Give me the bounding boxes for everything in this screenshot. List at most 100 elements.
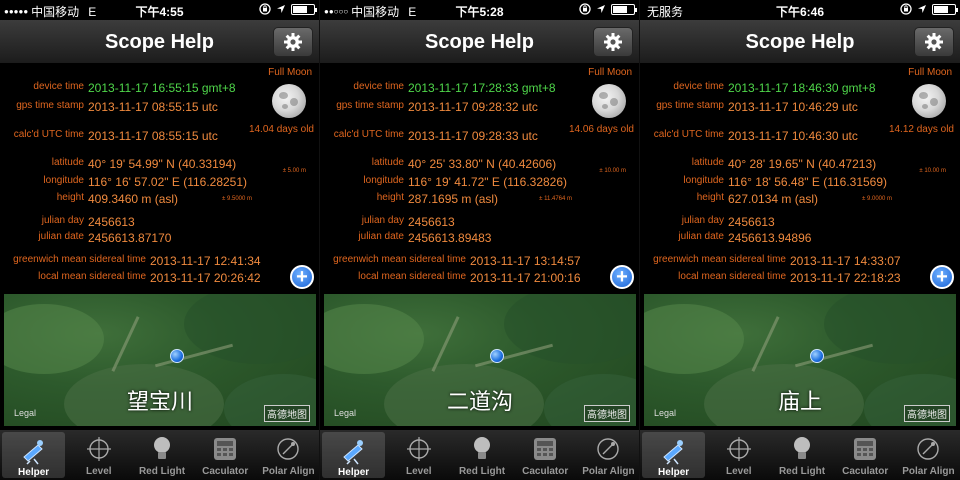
lightbulb-icon (787, 434, 817, 464)
settings-button[interactable] (914, 27, 954, 57)
location-arrow-icon (597, 5, 605, 13)
phone-screen-2: ●●○○○ 中国移动 E 下午5:28 Scope Help Full Moon… (320, 0, 640, 480)
tab-helper[interactable]: Helper (642, 432, 706, 478)
tab-bar: Helper Level Red Light Caculator Polar Align (0, 430, 319, 480)
tab-caculator[interactable]: Caculator (514, 430, 577, 480)
settings-button[interactable] (593, 27, 633, 57)
latitude-value: 40° 25' 33.80" N (40.42606) (408, 157, 557, 171)
gear-icon (604, 33, 622, 51)
satellite-map[interactable]: 庙上 Legal 高德地图 (644, 294, 956, 426)
gmst-value: 2013-11-17 14:33:07 (790, 254, 901, 268)
add-button[interactable]: + (610, 265, 634, 289)
utc-time-value: 2013-11-17 09:28:33 utc (408, 129, 538, 143)
map-legal-link[interactable]: Legal (334, 408, 356, 418)
utc-time-row: calc'd UTC time 2013-11-17 08:55:15 utc (0, 129, 319, 143)
tab-polar-align[interactable]: Polar Align (257, 430, 319, 480)
julian-date-value: 2456613.87170 (88, 231, 172, 245)
gps-time-label: gps time stamp (16, 100, 84, 111)
julian-day-value: 2456613 (88, 215, 135, 229)
gmst-row: greenwich mean sidereal time 2013-11-17 … (320, 254, 639, 268)
tab-label: Level (86, 466, 112, 477)
tab-level[interactable]: Level (707, 430, 770, 480)
gps-time-label: gps time stamp (336, 100, 404, 111)
map-provider-logo: 高德地图 (904, 405, 950, 422)
compass-icon (593, 434, 623, 464)
height-value: 409.3460 m (asl) (88, 192, 179, 206)
telescope-icon (659, 436, 689, 465)
tab-level[interactable]: Level (67, 430, 130, 480)
gps-time-value: 2013-11-17 08:55:15 utc (88, 100, 218, 114)
satellite-map[interactable]: 望宝川 Legal 高德地图 (4, 294, 316, 426)
gps-time-row: gps time stamp 2013-11-17 09:28:32 utc (320, 100, 639, 114)
location-pin-icon[interactable] (170, 349, 184, 363)
moon-phase-label: Full Moon (268, 67, 312, 78)
page-title: Scope Help (425, 31, 534, 53)
location-pin-icon[interactable] (490, 349, 504, 363)
map-legal-link[interactable]: Legal (14, 408, 36, 418)
julian-date-label: julian date (38, 231, 84, 242)
gps-time-value: 2013-11-17 09:28:32 utc (408, 100, 538, 114)
height-value: 287.1695 m (asl) (408, 192, 499, 206)
location-pin-icon[interactable] (810, 349, 824, 363)
battery-icon (932, 3, 958, 15)
tab-red-light[interactable]: Red Light (130, 430, 193, 480)
settings-button[interactable] (273, 27, 313, 57)
lmst-row: local mean sidereal time 2013-11-17 22:1… (640, 271, 960, 285)
lightbulb-icon (467, 434, 497, 464)
tab-polar-align[interactable]: Polar Align (577, 430, 639, 480)
moon-phase-label: Full Moon (908, 67, 952, 78)
gmst-label: greenwich mean sidereal time (13, 254, 146, 265)
device-time-label: device time (673, 81, 724, 92)
tab-label: Caculator (842, 466, 889, 477)
compass-icon (913, 434, 943, 464)
tab-label: Red Light (458, 466, 506, 477)
julian-day-label: julian day (361, 215, 404, 226)
lmst-label: local mean sidereal time (678, 271, 786, 282)
tab-level[interactable]: Level (387, 430, 450, 480)
lmst-value: 2013-11-17 22:18:23 (790, 271, 901, 285)
page-title: Scope Help (745, 31, 855, 53)
latitude-label: latitude (51, 157, 84, 168)
plus-icon: + (936, 266, 948, 288)
longitude-row: longitude 116° 16' 57.02" E (116.28251) (0, 175, 319, 189)
gps-time-row: gps time stamp 2013-11-17 08:55:15 utc (0, 100, 319, 114)
tab-caculator[interactable]: Caculator (194, 430, 257, 480)
device-time-value: 2013-11-17 18:46:30 gmt+8 (728, 81, 876, 95)
utc-time-label: calc'd UTC time (13, 129, 84, 140)
tab-label: Helper (18, 467, 50, 478)
tab-red-light[interactable]: Red Light (450, 430, 513, 480)
julian-day-label: julian day (41, 215, 84, 226)
tab-caculator[interactable]: Caculator (834, 430, 897, 480)
location-arrow-icon (277, 5, 285, 13)
add-button[interactable]: + (930, 265, 954, 289)
tab-label: Helper (338, 467, 370, 478)
tab-helper[interactable]: Helper (322, 432, 386, 478)
position-accuracy: ± 5.00 m (282, 168, 306, 174)
map-legal-link[interactable]: Legal (654, 408, 676, 418)
scope-info-panel: Full Moon 14.12 days old device time 201… (640, 64, 960, 294)
tab-label: Polar Align (582, 466, 635, 477)
tab-red-light[interactable]: Red Light (770, 430, 833, 480)
add-button[interactable]: + (290, 265, 314, 289)
tab-polar-align[interactable]: Polar Align (897, 430, 960, 480)
lightbulb-icon (147, 434, 177, 464)
julian-date-row: julian date 2456613.87170 (0, 231, 319, 245)
tab-label: Red Light (778, 466, 826, 477)
latitude-row: latitude 40° 19' 54.99" N (40.33194) (0, 157, 319, 171)
julian-date-row: julian date 2456613.89483 (320, 231, 639, 245)
lmst-row: local mean sidereal time 2013-11-17 21:0… (320, 271, 639, 285)
device-time-row: device time 2013-11-17 16:55:15 gmt+8 (0, 81, 319, 95)
gear-icon (925, 33, 943, 51)
satellite-map[interactable]: 二道沟 Legal 高德地图 (324, 294, 636, 426)
tab-label: Polar Align (902, 466, 955, 477)
rotation-lock-icon (579, 3, 591, 15)
screens-container: ●●●●● 中国移动 E 下午4:55 Scope Help Full Moon… (0, 0, 960, 480)
telescope-icon (19, 436, 49, 465)
julian-date-label: julian date (678, 231, 724, 242)
location-arrow-icon (918, 5, 926, 13)
longitude-row: longitude 116° 18' 56.48" E (116.31569) (640, 175, 960, 189)
crosshair-icon (404, 434, 434, 464)
navigation-bar: Scope Help (320, 20, 639, 64)
utc-time-label: calc'd UTC time (333, 129, 404, 140)
tab-helper[interactable]: Helper (2, 432, 66, 478)
